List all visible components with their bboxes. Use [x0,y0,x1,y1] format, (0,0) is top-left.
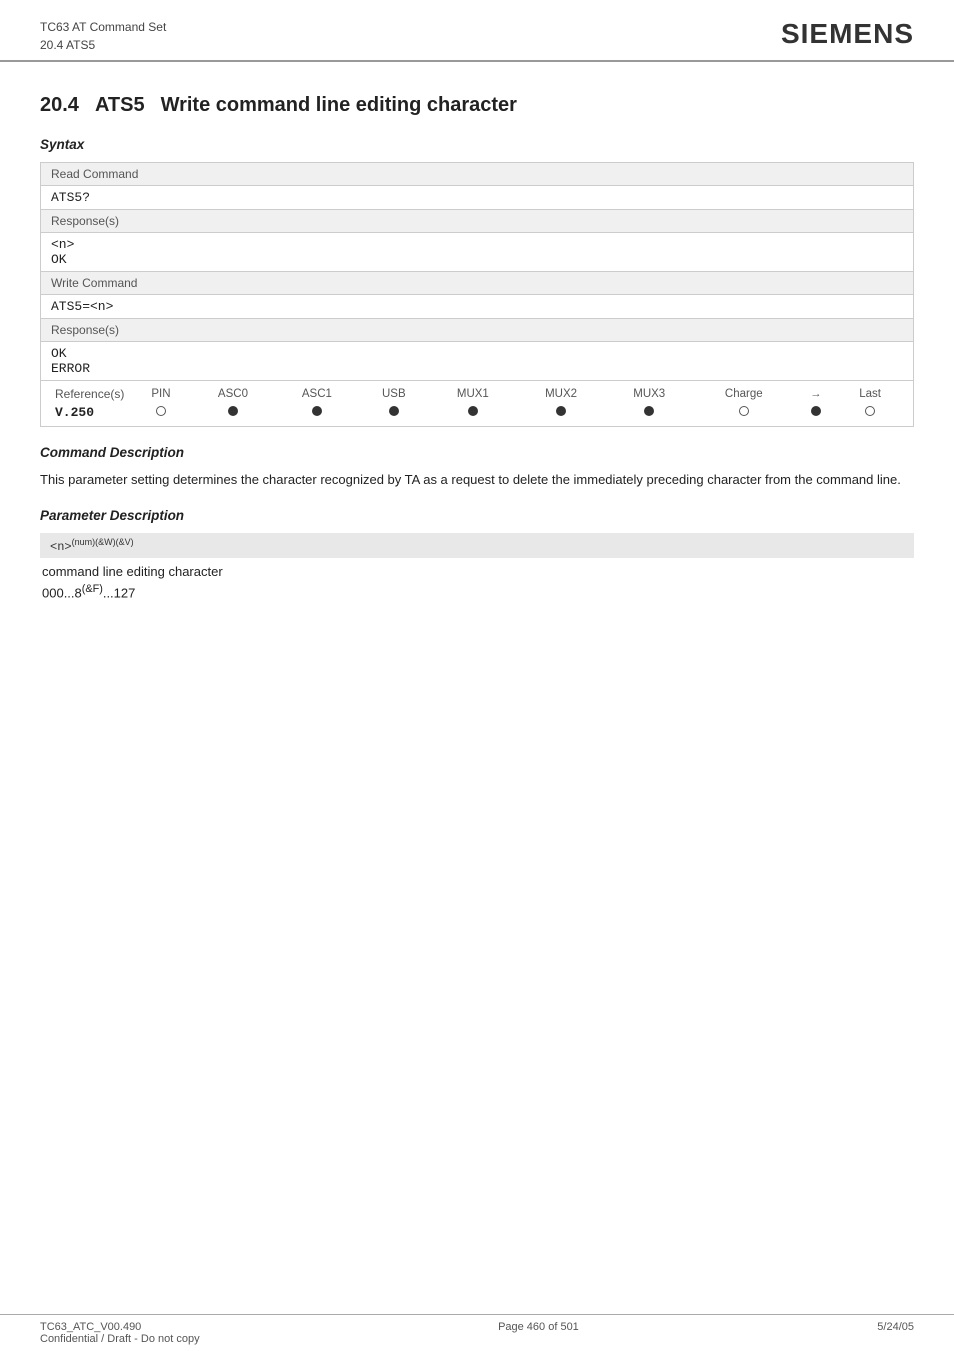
circle-filled-usb [389,406,399,416]
ref-pin-val [131,403,191,422]
col-asc1: ASC1 [275,385,359,403]
read-response-label: Response(s) [41,210,914,233]
param-superscript: (num)(&W)(&V) [72,537,134,547]
write-resp-1: OK [51,346,903,361]
write-response-label-row: Response(s) [41,319,914,342]
reference-row: Reference(s) PIN ASC0 ASC1 USB MUX1 MUX2… [41,381,914,427]
col-charge: Charge [693,385,794,403]
ref-usb-val [359,403,429,422]
reference-cell: Reference(s) PIN ASC0 ASC1 USB MUX1 MUX2… [41,381,914,427]
circle-filled-asc0 [228,406,238,416]
read-command-value-row: ATS5? [41,186,914,210]
read-command-value: ATS5? [41,186,914,210]
write-response-values: OK ERROR [41,342,914,381]
write-command-label-row: Write Command [41,272,914,295]
write-command-label: Write Command [41,272,914,295]
write-response-value-row: OK ERROR [41,342,914,381]
page-header: TC63 AT Command Set 20.4 ATS5 SIEMENS [0,0,954,62]
col-mux1: MUX1 [429,385,517,403]
section-command: ATS5 [95,94,145,117]
read-resp-2: OK [51,252,903,267]
page-footer: TC63_ATC_V00.490 Confidential / Draft - … [0,1314,954,1351]
main-content: 20.4 ATS5 Write command line editing cha… [0,62,954,640]
reference-value-row: V.250 [51,403,903,422]
read-resp-1: <n> [51,237,903,252]
col-pin: PIN [131,385,191,403]
param-desc-heading: Parameter Description [40,508,914,523]
circle-empty-pin [156,406,166,416]
footer-page: Page 460 of 501 [498,1321,579,1345]
param-name: <n> [50,540,72,554]
section-number: 20.4 [40,94,79,117]
ref-mux2-val [517,403,605,422]
cmd-desc-text: This parameter setting determines the ch… [40,470,914,490]
circle-filled-mux2 [556,406,566,416]
reference-header-row: Reference(s) PIN ASC0 ASC1 USB MUX1 MUX2… [51,385,903,403]
reference-inner-table: Reference(s) PIN ASC0 ASC1 USB MUX1 MUX2… [51,385,903,422]
footer-confidential: Confidential / Draft - Do not copy [40,1333,200,1345]
ref-mux3-val [605,403,693,422]
ref-arrow-val [794,403,837,422]
circle-empty-last [865,406,875,416]
col-last: Last [837,385,903,403]
ref-mux1-val [429,403,517,422]
read-response-label-row: Response(s) [41,210,914,233]
reference-label: Reference(s) [51,385,131,403]
section-title: 20.4 ATS5 Write command line editing cha… [40,94,914,117]
header-title-line2: 20.4 ATS5 [40,36,166,54]
reference-value: V.250 [51,403,131,422]
write-resp-2: ERROR [51,361,903,376]
ref-asc0-val [191,403,275,422]
param-range-sup: (&F) [82,583,103,595]
param-desc: command line editing character [40,564,914,579]
section-description: Write command line editing character [161,94,517,117]
read-command-label: Read Command [41,163,914,186]
syntax-table: Read Command ATS5? Response(s) <n> OK Wr… [40,162,914,427]
header-title-line1: TC63 AT Command Set [40,18,166,36]
col-mux2: MUX2 [517,385,605,403]
ref-last-val [837,403,903,422]
param-range: 000...8(&F)...127 [40,583,914,600]
col-mux3: MUX3 [605,385,693,403]
footer-left-block: TC63_ATC_V00.490 Confidential / Draft - … [40,1321,200,1345]
footer-date: 5/24/05 [877,1321,914,1345]
read-response-value-row: <n> OK [41,233,914,272]
ref-charge-val [693,403,794,422]
circle-empty-charge [739,406,749,416]
circle-filled-arrow [811,406,821,416]
cmd-desc-heading: Command Description [40,445,914,460]
ref-asc1-val [275,403,359,422]
col-asc0: ASC0 [191,385,275,403]
param-box: <n>(num)(&W)(&V) [40,533,914,558]
read-response-values: <n> OK [41,233,914,272]
circle-filled-mux1 [468,406,478,416]
header-title: TC63 AT Command Set 20.4 ATS5 [40,18,166,54]
circle-filled-asc1 [312,406,322,416]
read-command-label-row: Read Command [41,163,914,186]
circle-filled-mux3 [644,406,654,416]
brand-name: SIEMENS [781,18,914,50]
col-arrow: → [794,385,837,403]
syntax-heading: Syntax [40,137,914,152]
write-response-label: Response(s) [41,319,914,342]
write-command-value-row: ATS5=<n> [41,295,914,319]
col-usb: USB [359,385,429,403]
footer-doc-id: TC63_ATC_V00.490 [40,1321,200,1333]
write-command-value: ATS5=<n> [41,295,914,319]
